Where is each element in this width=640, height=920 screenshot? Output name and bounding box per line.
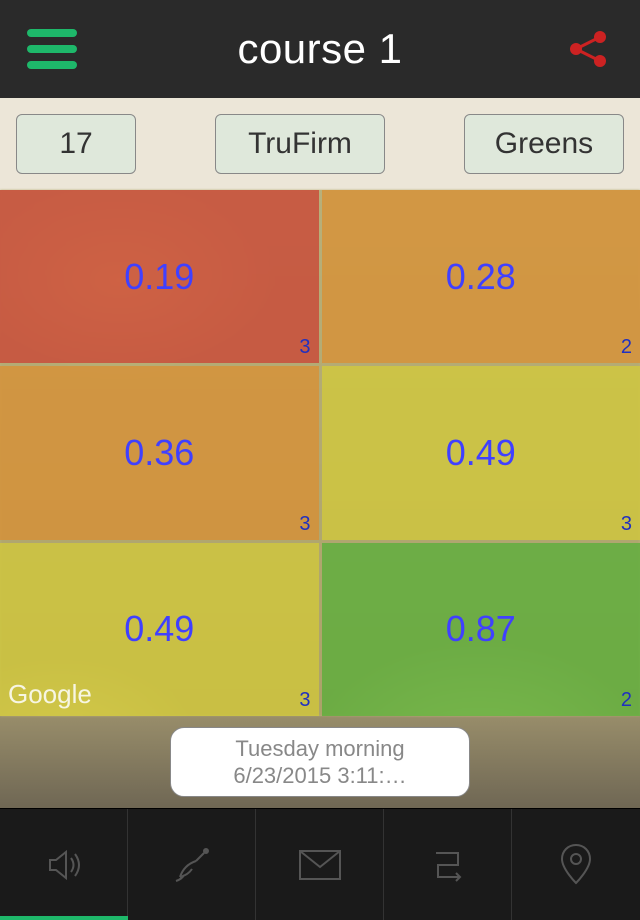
grid-cell[interactable]: 0.28 2 <box>322 190 640 363</box>
cell-value: 0.87 <box>446 608 516 650</box>
pin-icon <box>558 841 594 889</box>
filter-hole-button[interactable]: 17 <box>16 114 136 174</box>
grid-cell[interactable]: 0.87 2 <box>322 543 640 716</box>
cell-count: 2 <box>621 336 632 359</box>
hamburger-icon <box>27 29 77 69</box>
mail-icon <box>296 847 344 883</box>
menu-button[interactable] <box>24 21 80 77</box>
grid-cell[interactable]: 0.49 3 <box>0 543 319 716</box>
heatmap-grid: 0.193 0.282 0.363 0.493 0.493 0.872 Goog… <box>0 190 640 716</box>
filter-bar: 17 TruFirm Greens <box>0 98 640 190</box>
cell-count: 3 <box>299 689 310 712</box>
cell-value: 0.28 <box>446 256 516 298</box>
page-title: course 1 <box>237 25 402 73</box>
date-line1: Tuesday morning <box>235 735 404 763</box>
grid-cell[interactable]: 0.36 3 <box>0 366 319 539</box>
tab-mail[interactable] <box>256 809 384 920</box>
date-selector-button[interactable]: Tuesday morning 6/23/2015 3:11:… <box>170 727 470 797</box>
grid-cell[interactable]: 0.19 3 <box>0 190 319 363</box>
filter-metric-button[interactable]: TruFirm <box>215 114 385 174</box>
tab-location[interactable] <box>512 809 640 920</box>
route-icon <box>426 843 470 887</box>
share-icon <box>566 27 610 71</box>
satellite-icon <box>170 843 214 887</box>
app-header: course 1 <box>0 0 640 98</box>
grid-cell[interactable]: 0.49 3 <box>322 366 640 539</box>
cell-count: 3 <box>299 513 310 536</box>
tab-bar <box>0 808 640 920</box>
tab-sound[interactable] <box>0 809 128 920</box>
filter-surface-button[interactable]: Greens <box>464 114 624 174</box>
cell-value: 0.19 <box>124 256 194 298</box>
share-button[interactable] <box>560 21 616 77</box>
speaker-icon <box>42 843 86 887</box>
tab-satellite[interactable] <box>128 809 256 920</box>
cell-value: 0.49 <box>446 432 516 474</box>
date-line2: 6/23/2015 3:11:… <box>233 762 406 790</box>
cell-value: 0.49 <box>124 608 194 650</box>
date-strip: Tuesday morning 6/23/2015 3:11:… <box>0 716 640 808</box>
cell-count: 3 <box>621 513 632 536</box>
cell-count: 3 <box>299 336 310 359</box>
tab-indicator <box>0 916 128 920</box>
cell-value: 0.36 <box>124 432 194 474</box>
cell-count: 2 <box>621 689 632 712</box>
tab-route[interactable] <box>384 809 512 920</box>
